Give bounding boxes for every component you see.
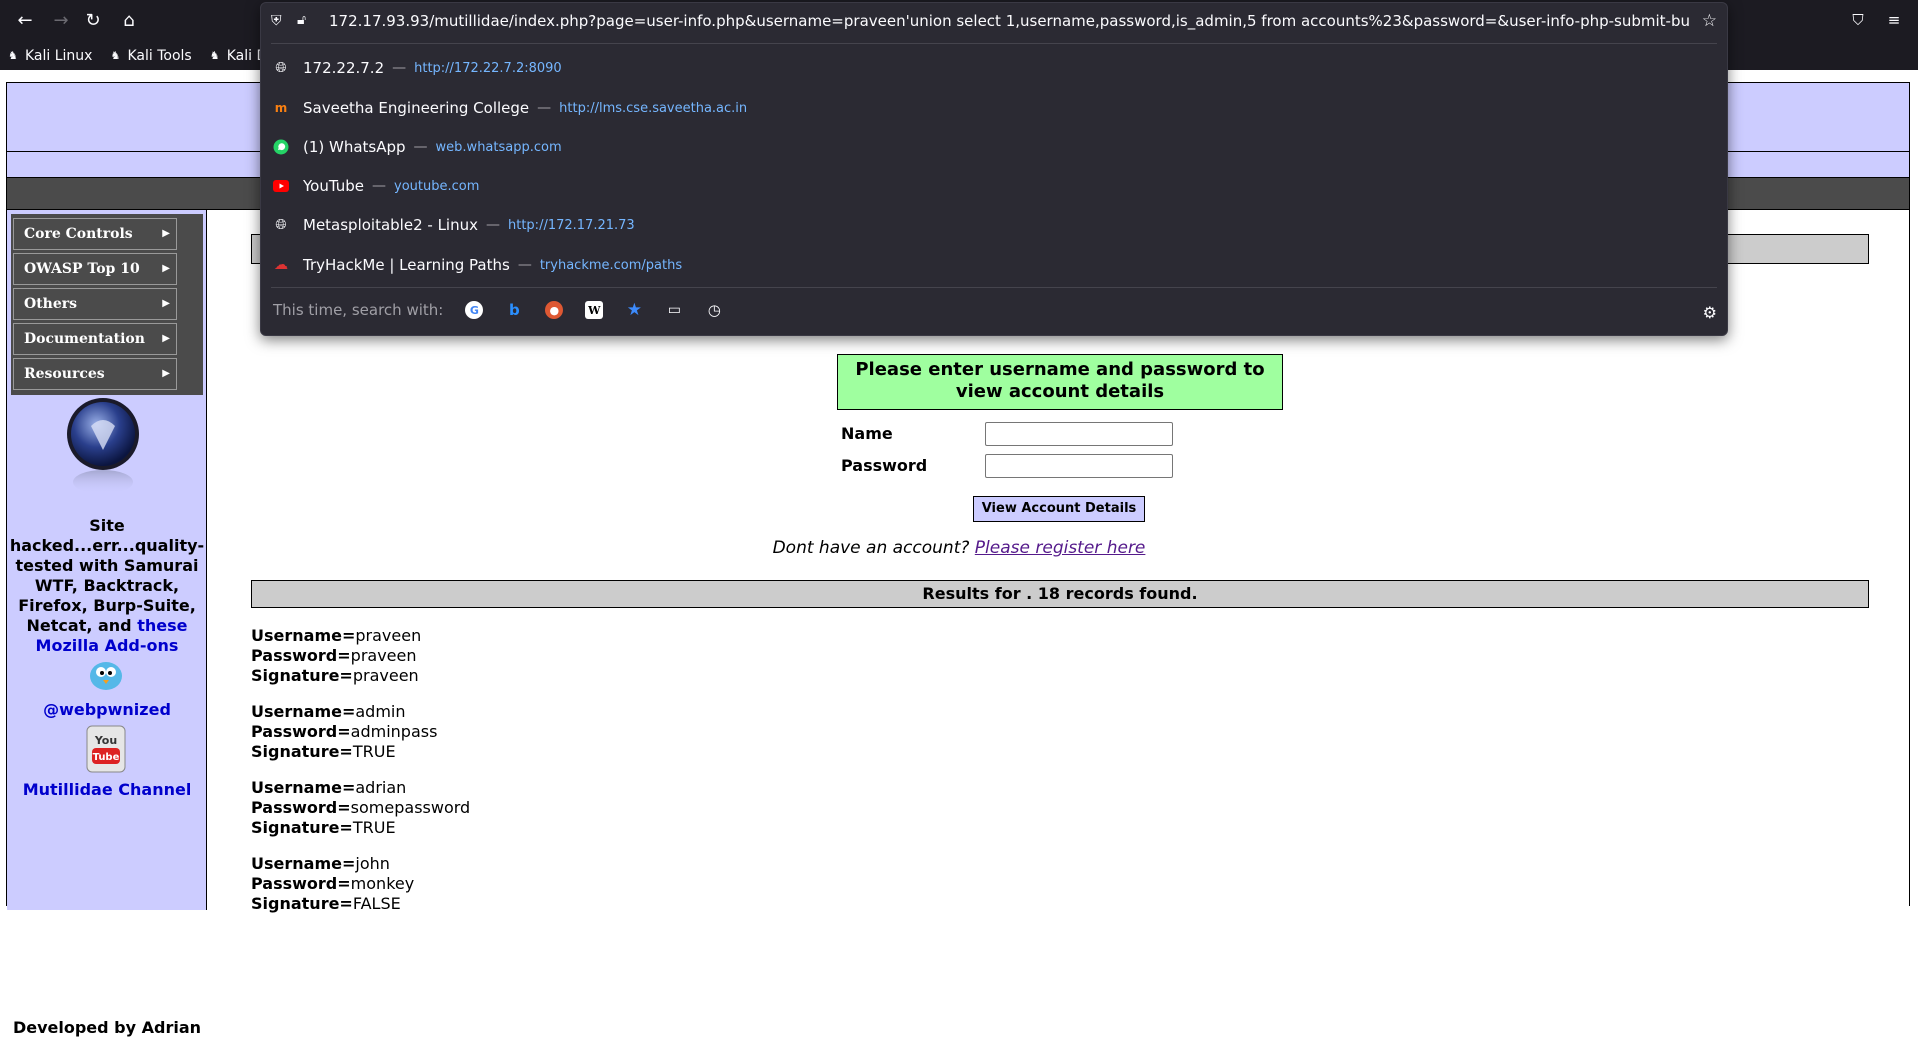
tabs-icon[interactable]: ▭ (665, 301, 683, 319)
owasp-logo-icon[interactable] (65, 396, 141, 496)
kali-dragon-icon: ♞ (8, 49, 18, 62)
results-list: Username=praveen Password=praveen Signat… (251, 626, 1051, 930)
suggestion-item[interactable]: ☁︎ TryHackMe | Learning Paths — tryhackme.… (261, 246, 1727, 284)
arrow-right-icon: ▶ (162, 263, 170, 274)
suggestion-item[interactable]: (1) WhatsApp — web.whatsapp.com (261, 128, 1727, 166)
form-heading: Please enter username and password to vi… (837, 354, 1283, 410)
register-link[interactable]: Please register here (975, 538, 1146, 558)
globe-icon: 🌐︎ (275, 217, 287, 233)
history-clock-icon[interactable]: ◷ (705, 301, 723, 319)
sidebar-menu: Core Controls ▶ OWASP Top 10 ▶ Others ▶ Doc… (11, 214, 203, 395)
forward-icon[interactable]: → (48, 8, 74, 34)
divider (271, 287, 1717, 288)
url-input[interactable]: 172.17.93.93/mutillidae/index.php?page=u… (329, 12, 1689, 30)
suggestion-item[interactable]: 🌐︎ 172.22.7.2— http://172.22.7.2:8090 (261, 49, 1727, 87)
home-icon[interactable]: ⌂ (116, 8, 142, 34)
divider (271, 43, 1717, 44)
list-item: Username=praveen Password=praveen Signat… (251, 626, 422, 685)
youtube-icon (273, 178, 289, 194)
arrow-right-icon: ▶ (162, 368, 170, 379)
bookmark-kali-tools[interactable]: ♞ Kali Tools (110, 46, 191, 66)
password-input[interactable] (985, 454, 1173, 478)
menu-item-others[interactable]: Others ▶ (13, 288, 177, 320)
register-prompt: Dont have an account? Please register he… (772, 538, 1146, 558)
sidebar: Core Controls ▶ OWASP Top 10 ▶ Others ▶ Doc… (7, 210, 207, 1037)
wikipedia-icon[interactable]: W (585, 301, 604, 319)
arrow-right-icon: ▶ (162, 228, 170, 239)
twitter-link[interactable]: @webpwnized (7, 700, 207, 719)
site-credits: Site hacked...err...quality-tested with … (9, 516, 205, 655)
kali-dragon-icon: ♞ (209, 49, 220, 62)
google-icon[interactable]: G (465, 301, 484, 319)
suggestion-item[interactable]: m Saveetha Engineering College — http://lm… (261, 89, 1727, 127)
bookmarks-bar: ♞ Kali Linux ♞ Kali Tools ♞ Kali Do (8, 46, 276, 66)
menu-item-owasp-top-10[interactable]: OWASP Top 10 ▶ (13, 253, 177, 285)
bookmark-star-icon[interactable]: ☆ (1702, 11, 1717, 31)
developed-by: Developed by Adrian (12, 1018, 202, 1037)
arrow-right-icon: ▶ (162, 333, 170, 344)
list-item: Username=adrian Password=somepassword Si… (251, 778, 471, 837)
menu-item-core-controls[interactable]: Core Controls ▶ (13, 218, 177, 250)
menu-item-documentation[interactable]: Documentation ▶ (13, 323, 177, 355)
tracking-shield-icon[interactable]: ⛨ (271, 13, 282, 29)
suggestion-item[interactable]: 🌐︎ Metasploitable2 - Linux — http://172.17… (261, 206, 1727, 244)
url-dropdown: ⛨ 🔓︎ 172.17.93.93/mutillidae/index.php?p… (260, 2, 1728, 336)
password-label: Password (841, 456, 928, 475)
results-summary: Results for . 18 records found. (251, 580, 1869, 608)
list-item: Username=john Password=monkey Signature=… (251, 854, 415, 913)
menu-icon[interactable]: ≡ (1884, 10, 1904, 30)
youtube-icon[interactable]: You Tube (83, 724, 129, 776)
bookmarks-star-icon[interactable]: ★ (625, 300, 643, 320)
pocket-icon[interactable]: ⛉ (1848, 10, 1868, 30)
bing-icon[interactable]: b (505, 301, 523, 319)
name-label: Name (841, 424, 893, 443)
bookmark-kali-linux[interactable]: ♞ Kali Linux (8, 46, 92, 66)
list-item: Username=admin Password=adminpass Signat… (251, 702, 438, 761)
svg-text:You: You (94, 734, 117, 747)
menu-item-resources[interactable]: Resources ▶ (13, 358, 177, 390)
duckduckgo-icon[interactable]: ● (545, 301, 564, 319)
suggestion-item[interactable]: YouTube — youtube.com (261, 167, 1727, 205)
view-account-details-button[interactable]: View Account Details (973, 496, 1145, 522)
whatsapp-icon (273, 139, 289, 155)
url-bar[interactable]: ⛨ 🔓︎ 172.17.93.93/mutillidae/index.php?p… (261, 3, 1727, 41)
arrow-right-icon: ▶ (162, 298, 170, 309)
tryhackme-icon: ☁︎ (274, 257, 288, 273)
twitter-bird-icon[interactable] (83, 658, 129, 694)
mutillidae-channel-link[interactable]: Mutillidae Channel (7, 780, 207, 800)
search-engine-row: This time, search with: G b ● W ★ ▭ ◷ (273, 300, 745, 320)
name-input[interactable] (985, 422, 1173, 446)
insecure-lock-icon[interactable]: 🔓︎ (297, 12, 306, 28)
globe-icon: 🌐︎ (275, 60, 287, 76)
kali-dragon-icon: ♞ (110, 49, 121, 62)
reload-icon[interactable]: ↻ (80, 8, 106, 34)
back-icon[interactable]: ← (12, 8, 38, 34)
svg-text:Tube: Tube (93, 752, 120, 763)
gear-icon[interactable]: ⚙ (1703, 303, 1717, 322)
moodle-icon: m (274, 101, 288, 115)
